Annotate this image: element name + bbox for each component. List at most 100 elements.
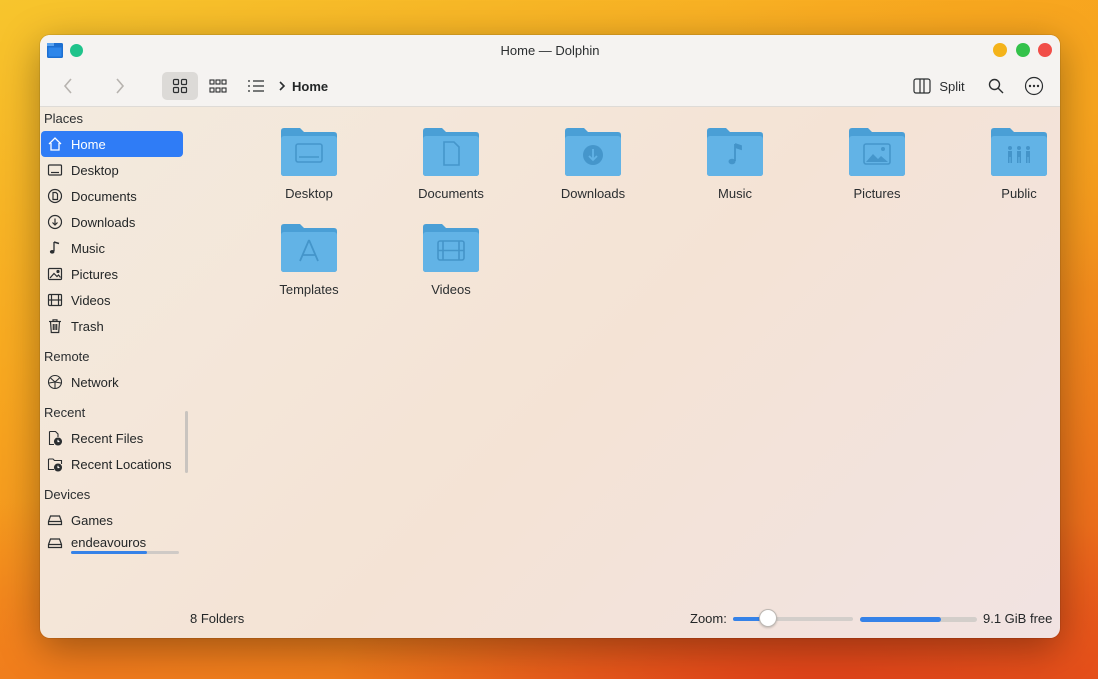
- place-label: Desktop: [71, 162, 119, 178]
- close-button[interactable]: [1038, 43, 1052, 57]
- folder-label: Music: [718, 186, 752, 201]
- folder-pictures-icon: [849, 128, 905, 176]
- file-view: Desktop Documents Downloads Music Pictur…: [190, 107, 1060, 607]
- place-videos[interactable]: Videos: [41, 287, 183, 313]
- place-recent-files[interactable]: Recent Files: [41, 425, 183, 451]
- devices-header: Devices: [44, 487, 91, 502]
- places-header: Places: [44, 111, 84, 126]
- window-title: Home — Dolphin: [500, 43, 600, 58]
- sidebar-scroll-handle[interactable]: [185, 411, 188, 473]
- chevron-left-icon: [63, 78, 72, 94]
- place-trash[interactable]: Trash: [41, 313, 183, 339]
- place-label: Recent Locations: [71, 456, 172, 472]
- place-desktop[interactable]: Desktop: [41, 157, 183, 183]
- drive-icon: [47, 538, 63, 549]
- folder-music-icon: [707, 128, 763, 176]
- folder-documents-icon: [423, 128, 479, 176]
- place-label: Pictures: [71, 266, 118, 282]
- folder-label: Downloads: [560, 186, 626, 201]
- search-icon: [988, 78, 1004, 94]
- breadcrumb[interactable]: Home: [278, 72, 328, 100]
- more-options-icon: [1024, 76, 1044, 96]
- places-panel: Places Home Desktop Documents Downloads …: [40, 107, 190, 638]
- back-button[interactable]: [54, 72, 82, 100]
- grid-large-icon: [172, 78, 188, 94]
- status-bar: 8 Folders Zoom: 9.1 GiB free: [190, 607, 1060, 638]
- zoom-slider[interactable]: [733, 617, 853, 621]
- split-button[interactable]: Split: [902, 72, 976, 100]
- folder-label: Desktop: [285, 186, 333, 201]
- minimize-button[interactable]: [993, 43, 1007, 57]
- folder-downloads-icon: [565, 128, 621, 176]
- icons-view-button[interactable]: [162, 72, 198, 100]
- forward-button[interactable]: [106, 72, 134, 100]
- recent-files-icon: [48, 430, 63, 446]
- folder-public[interactable]: Public: [959, 127, 1060, 217]
- folder-public-icon: [991, 128, 1047, 176]
- place-label: Games: [71, 512, 113, 528]
- free-space-bar[interactable]: [860, 617, 977, 622]
- place-label: endeavouros: [71, 535, 147, 550]
- folder-music[interactable]: Music: [675, 127, 795, 217]
- folder-label: Videos: [431, 282, 471, 297]
- hamburger-menu-button[interactable]: [1020, 72, 1048, 100]
- breadcrumb-home[interactable]: Home: [292, 79, 328, 94]
- folder-pictures[interactable]: Pictures: [817, 127, 937, 217]
- titlebar: Home — Dolphin Home Split: [40, 35, 1060, 107]
- trash-icon: [49, 319, 61, 334]
- split-view-icon: [913, 78, 931, 94]
- network-icon: [47, 374, 63, 390]
- recent-header: Recent: [44, 405, 86, 420]
- folder-videos-icon: [423, 224, 479, 272]
- desktop-icon: [47, 164, 63, 176]
- place-recent-locations[interactable]: Recent Locations: [41, 451, 183, 477]
- place-label: Network: [71, 374, 119, 390]
- place-label: Music: [71, 240, 105, 256]
- place-downloads[interactable]: Downloads: [41, 209, 183, 235]
- recent-locations-icon: [47, 458, 63, 472]
- place-pictures[interactable]: Pictures: [41, 261, 183, 287]
- folder-count: 8 Folders: [190, 611, 245, 626]
- folder-templates-icon: [281, 224, 337, 272]
- folder-templates[interactable]: Templates: [249, 223, 369, 313]
- chevron-right-icon: [116, 78, 125, 94]
- maximize-button[interactable]: [1016, 43, 1030, 57]
- place-label: Documents: [71, 188, 137, 204]
- zoom-label: Zoom:: [690, 611, 727, 626]
- device-games[interactable]: Games: [41, 507, 183, 533]
- zoom-slider-handle[interactable]: [758, 609, 777, 627]
- home-icon: [48, 137, 62, 151]
- search-button[interactable]: [982, 72, 1010, 100]
- folder-label: Public: [1001, 186, 1037, 201]
- remote-header: Remote: [44, 349, 90, 364]
- documents-icon: [47, 188, 63, 204]
- place-documents[interactable]: Documents: [41, 183, 183, 209]
- folder-label: Templates: [279, 282, 339, 297]
- folder-videos[interactable]: Videos: [391, 223, 511, 313]
- place-music[interactable]: Music: [41, 235, 183, 261]
- place-label: Videos: [71, 292, 111, 308]
- folder-desktop-icon: [281, 128, 337, 176]
- folder-documents[interactable]: Documents: [391, 127, 511, 217]
- dolphin-window: Home — Dolphin Home Split Places Home De…: [40, 35, 1060, 638]
- device-usage-bar: [71, 551, 179, 554]
- chevron-right-icon: [279, 81, 286, 91]
- details-view-button[interactable]: [240, 72, 272, 100]
- place-label: Home: [71, 136, 106, 152]
- device-usage-fill: [71, 551, 147, 554]
- grid-small-icon: [209, 79, 227, 93]
- folder-downloads[interactable]: Downloads: [533, 127, 653, 217]
- list-icon: [248, 80, 264, 92]
- drive-icon: [47, 515, 63, 526]
- free-space-label: 9.1 GiB free: [983, 611, 1053, 626]
- place-network[interactable]: Network: [41, 369, 183, 395]
- music-icon: [49, 241, 60, 254]
- split-label: Split: [939, 78, 965, 94]
- place-home[interactable]: Home: [41, 131, 183, 157]
- compact-view-button[interactable]: [202, 72, 234, 100]
- folder-desktop[interactable]: Desktop: [249, 127, 369, 217]
- folder-label: Documents: [418, 186, 484, 201]
- folder-label: Pictures: [853, 186, 901, 201]
- downloads-icon: [47, 214, 63, 230]
- place-label: Trash: [71, 318, 104, 334]
